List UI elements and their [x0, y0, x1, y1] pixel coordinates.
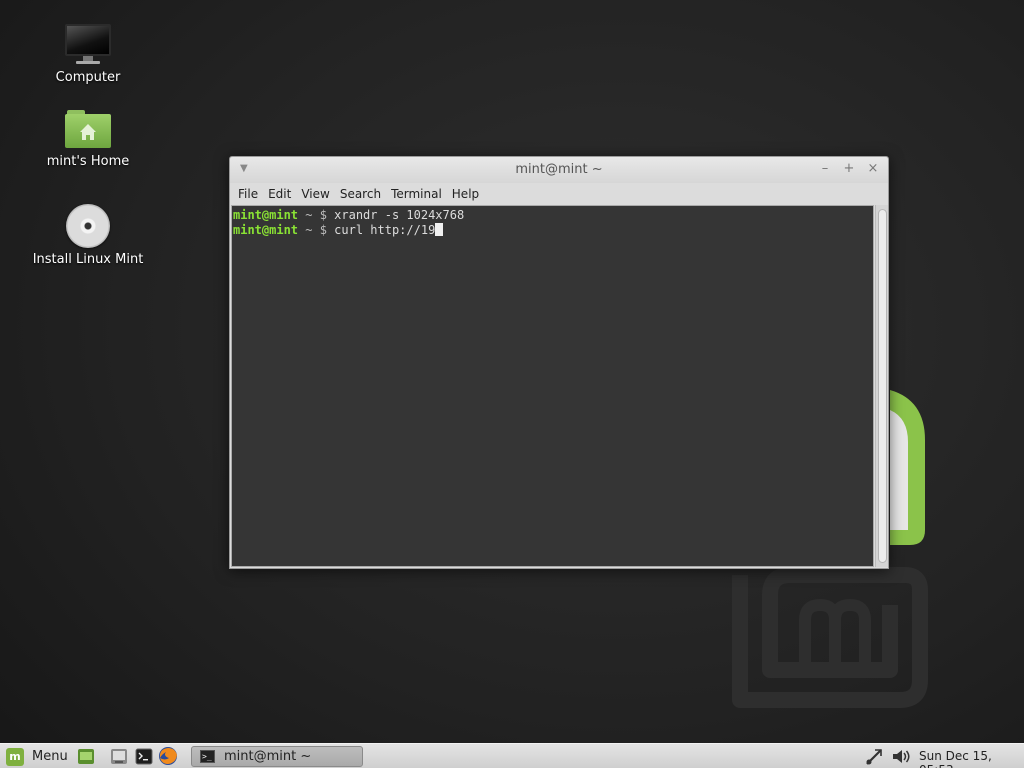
- window-menubar: File Edit View Search Terminal Help: [230, 183, 888, 205]
- prompt-path: ~ $: [298, 208, 335, 222]
- maximize-icon[interactable]: +: [841, 161, 857, 177]
- volume-icon[interactable]: [891, 747, 913, 766]
- terminal-line: mint@mint ~ $ curl http://19: [233, 223, 872, 238]
- desktop-icon-label: Install Linux Mint: [32, 252, 144, 267]
- terminal-window: ▼ mint@mint ~ – + × File Edit View Searc…: [229, 156, 889, 569]
- show-desktop-icon[interactable]: [77, 748, 95, 765]
- minimize-icon[interactable]: –: [817, 161, 833, 177]
- computer-icon: [64, 24, 112, 66]
- terminal-icon[interactable]: [135, 748, 153, 765]
- terminal-command: xrandr -s 1024x768: [334, 208, 465, 222]
- panel-clock[interactable]: Sun Dec 15, 05:53: [919, 749, 1024, 768]
- close-icon[interactable]: ×: [865, 161, 881, 177]
- menu-button-label: Menu: [32, 749, 68, 764]
- bottom-panel: m Menu >_ mint@mint ~ Sun Dec 15, 05:53: [0, 743, 1024, 768]
- firefox-icon[interactable]: [157, 746, 179, 766]
- disc-icon: [66, 204, 110, 248]
- scrollbar-thumb[interactable]: [878, 209, 887, 563]
- window-titlebar[interactable]: ▼ mint@mint ~ – + ×: [230, 157, 888, 183]
- text-cursor: [435, 223, 444, 236]
- menu-edit[interactable]: Edit: [263, 187, 296, 201]
- terminal-line: mint@mint ~ $ xrandr -s 1024x768: [233, 208, 872, 223]
- terminal-command: curl http://19: [334, 223, 436, 237]
- desktop-icon-label: mint's Home: [46, 154, 130, 169]
- desktop-icon-install[interactable]: Install Linux Mint: [28, 204, 148, 267]
- terminal-output[interactable]: mint@mint ~ $ xrandr -s 1024x768 mint@mi…: [231, 205, 874, 567]
- home-folder-icon: [65, 110, 111, 150]
- terminal-scrollbar[interactable]: [875, 205, 888, 567]
- menu-button[interactable]: m Menu: [6, 747, 68, 766]
- mint-menu-icon: m: [6, 747, 24, 766]
- prompt-user: mint@mint: [233, 223, 299, 237]
- menu-view[interactable]: View: [296, 187, 334, 201]
- file-manager-icon[interactable]: [110, 748, 128, 765]
- menu-file[interactable]: File: [233, 187, 263, 201]
- desktop-icon-computer[interactable]: Computer: [28, 24, 148, 85]
- menu-help[interactable]: Help: [447, 187, 484, 201]
- desktop-icon-home[interactable]: mint's Home: [28, 110, 148, 169]
- prompt-user: mint@mint: [233, 208, 299, 222]
- network-icon[interactable]: [864, 747, 884, 766]
- menu-search[interactable]: Search: [335, 187, 386, 201]
- window-title: mint@mint ~: [515, 162, 603, 177]
- desktop-icon-label: Computer: [55, 70, 121, 85]
- taskbar-button-label: mint@mint ~: [224, 749, 312, 764]
- taskbar-terminal-button[interactable]: >_ mint@mint ~: [191, 746, 363, 767]
- terminal-icon: >_: [200, 750, 215, 763]
- menu-terminal[interactable]: Terminal: [386, 187, 447, 201]
- prompt-path: ~ $: [298, 223, 335, 237]
